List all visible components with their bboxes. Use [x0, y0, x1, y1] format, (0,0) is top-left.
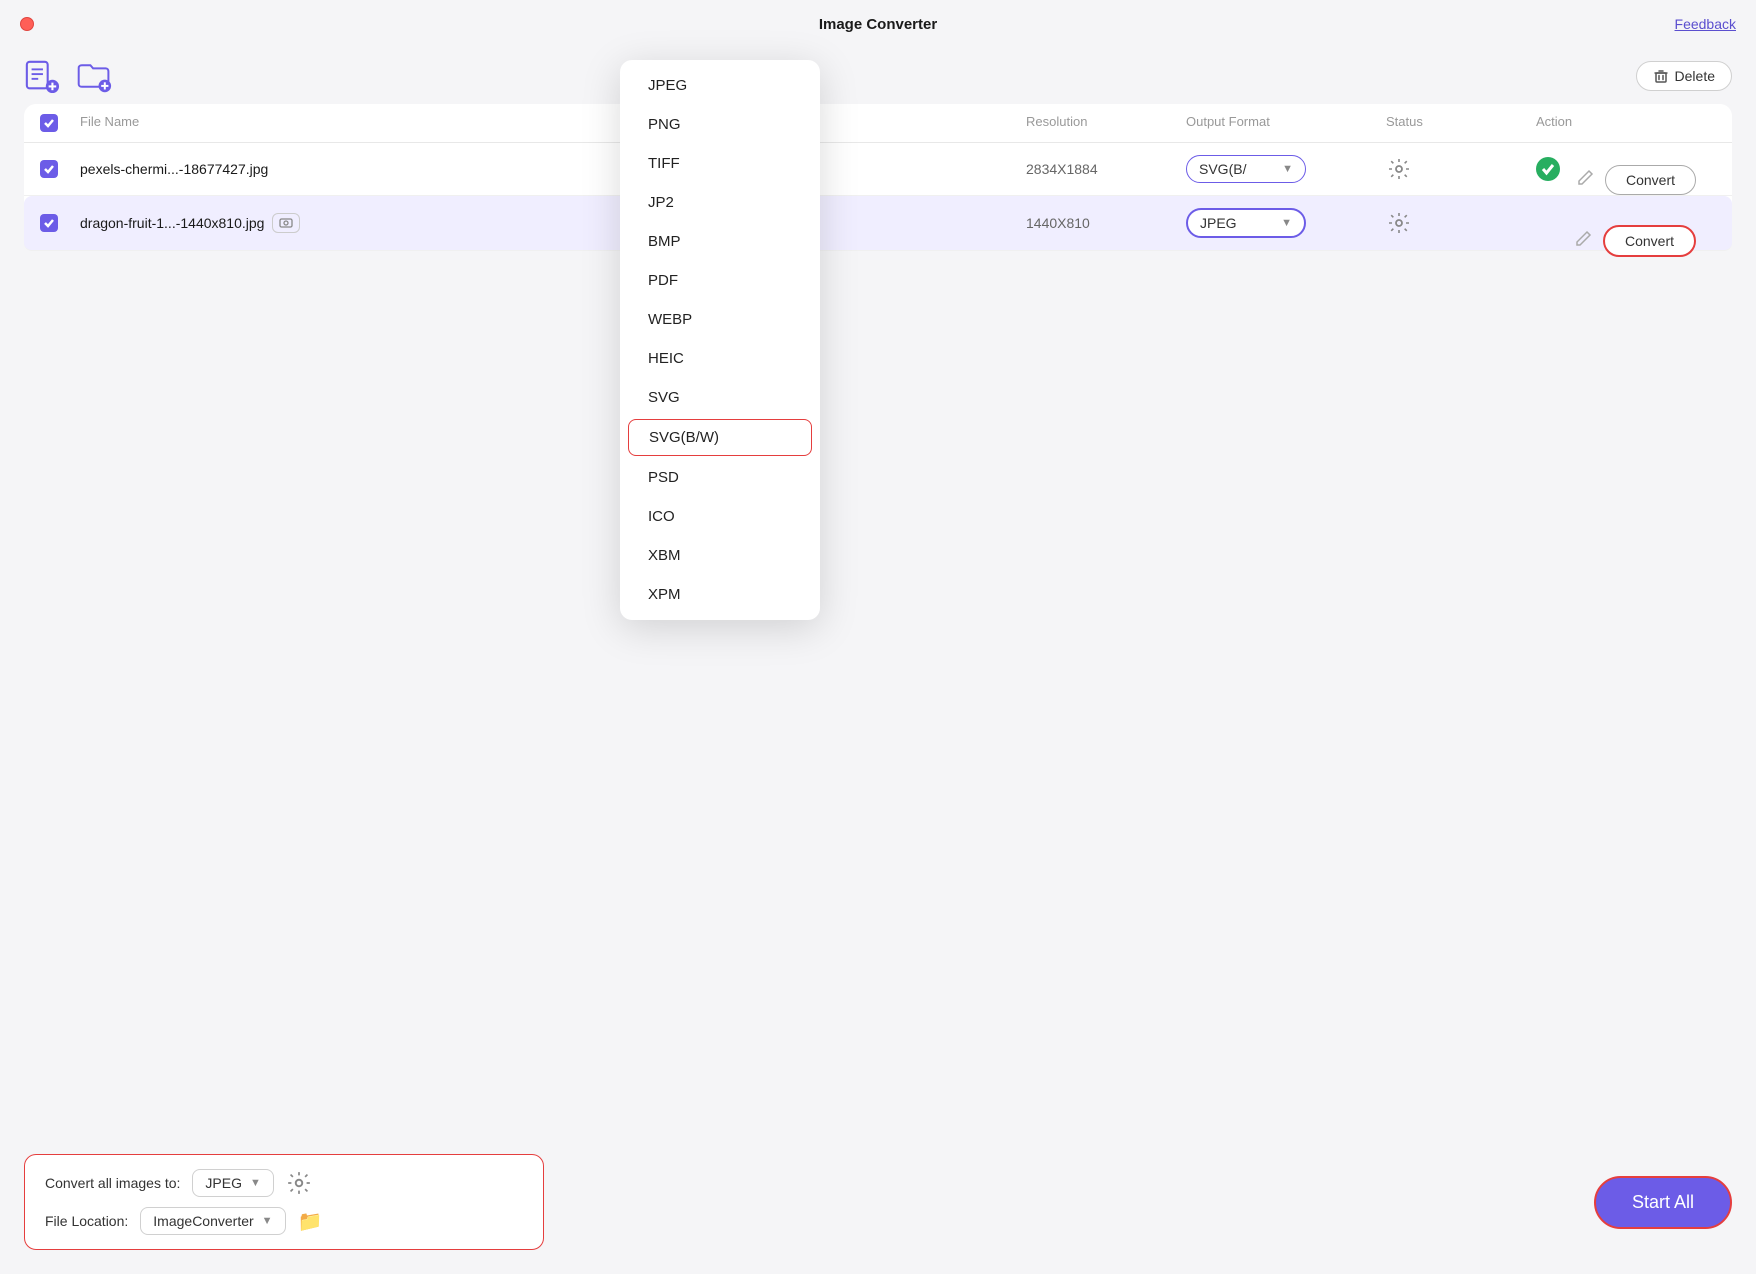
row2-checkbox[interactable] [40, 214, 80, 232]
row1-status [1386, 156, 1536, 182]
row1-edit-icon[interactable] [1575, 168, 1595, 193]
row1-actions: Convert [1575, 165, 1696, 195]
dropdown-item-heic[interactable]: HEIC [620, 339, 820, 378]
file-location-dropdown[interactable]: ImageConverter ▼ [140, 1207, 285, 1235]
dropdown-item-svg[interactable]: SVG [620, 378, 820, 417]
row1-format-dropdown[interactable]: SVG(B/ ▼ [1186, 155, 1386, 183]
dropdown-item-xbm[interactable]: XBM [620, 536, 820, 575]
delete-label: Delete [1675, 68, 1715, 84]
dropdown-item-psd[interactable]: PSD [620, 458, 820, 497]
header-filename: File Name [80, 114, 1026, 132]
dropdown-item-webp[interactable]: WEBP [620, 300, 820, 339]
table-row: pexels-chermi...-18677427.jpg 2834X1884 … [24, 143, 1732, 196]
row1-resolution: 2834X1884 [1026, 161, 1186, 177]
bottom-left-panel: Convert all images to: JPEG ▼ File Locat… [24, 1154, 544, 1250]
header-action: Action [1536, 114, 1716, 132]
table-row: dragon-fruit-1...-1440x810.jpg 1440X810 … [24, 196, 1732, 251]
convert-all-row: Convert all images to: JPEG ▼ [45, 1169, 523, 1197]
convert-all-label: Convert all images to: [45, 1175, 180, 1191]
titlebar: Image Converter Feedback [0, 0, 1756, 48]
format-dropdown-menu: JPEG PNG TIFF JP2 BMP PDF WEBP HEIC SVG … [620, 60, 820, 620]
dropdown-item-ico[interactable]: ICO [620, 497, 820, 536]
file-table: File Name Resolution Output Format Statu… [24, 104, 1732, 251]
settings-icon[interactable] [1386, 156, 1412, 182]
row2-actions: Convert [1573, 225, 1696, 257]
file-location-label: File Location: [45, 1213, 128, 1229]
select-all-checkbox[interactable] [40, 114, 58, 132]
dropdown-item-tiff[interactable]: TIFF [620, 144, 820, 183]
row1-checkbox[interactable] [40, 160, 80, 178]
bottom-bar: Convert all images to: JPEG ▼ File Locat… [24, 1154, 1732, 1250]
chevron-down-icon: ▼ [1281, 217, 1292, 229]
file-location-row: File Location: ImageConverter ▼ 📁 [45, 1207, 523, 1235]
dropdown-item-jpeg[interactable]: JPEG [620, 66, 820, 105]
feedback-link[interactable]: Feedback [1675, 16, 1736, 32]
add-folder-button[interactable] [76, 58, 112, 94]
table-header: File Name Resolution Output Format Statu… [24, 104, 1732, 143]
header-status: Status [1386, 114, 1536, 132]
row2-edit-icon[interactable] [1573, 229, 1593, 254]
chevron-down-icon: ▼ [250, 1177, 261, 1189]
row1-action-icons [1386, 156, 1536, 182]
dropdown-item-jp2[interactable]: JP2 [620, 183, 820, 222]
settings-icon[interactable] [1386, 210, 1412, 236]
folder-icon[interactable]: 📁 [298, 1209, 323, 1234]
trash-icon [1653, 68, 1669, 84]
dropdown-item-xpm[interactable]: XPM [620, 575, 820, 614]
toolbar: Delete [0, 48, 1756, 104]
header-format: Output Format [1186, 114, 1386, 132]
row1-convert-button[interactable]: Convert [1605, 165, 1696, 195]
dropdown-item-svg-bw[interactable]: SVG(B/W) [628, 419, 812, 456]
app-title: Image Converter [819, 16, 937, 33]
row2-filename: dragon-fruit-1...-1440x810.jpg [80, 213, 1026, 233]
chevron-down-icon: ▼ [1282, 163, 1293, 175]
row2-settings [1386, 210, 1536, 236]
delete-button[interactable]: Delete [1636, 61, 1732, 91]
toolbar-left [24, 58, 112, 94]
settings-icon[interactable] [286, 1170, 312, 1196]
row2-resolution: 1440X810 [1026, 215, 1186, 231]
file-location-value: ImageConverter [153, 1213, 253, 1229]
dropdown-item-bmp[interactable]: BMP [620, 222, 820, 261]
dropdown-item-pdf[interactable]: PDF [620, 261, 820, 300]
preview-icon[interactable] [272, 213, 300, 233]
row1-filename: pexels-chermi...-18677427.jpg [80, 161, 1026, 177]
header-checkbox-col [40, 114, 80, 132]
row2-format-dropdown[interactable]: JPEG ▼ [1186, 208, 1386, 238]
dropdown-item-png[interactable]: PNG [620, 105, 820, 144]
row2-convert-button[interactable]: Convert [1603, 225, 1696, 257]
convert-all-format-value: JPEG [205, 1175, 242, 1191]
chevron-down-icon: ▼ [262, 1215, 273, 1227]
add-file-button[interactable] [24, 58, 60, 94]
close-button[interactable] [20, 17, 34, 31]
start-all-button[interactable]: Start All [1594, 1176, 1732, 1229]
header-resolution: Resolution [1026, 114, 1186, 132]
convert-all-format-dropdown[interactable]: JPEG ▼ [192, 1169, 273, 1197]
